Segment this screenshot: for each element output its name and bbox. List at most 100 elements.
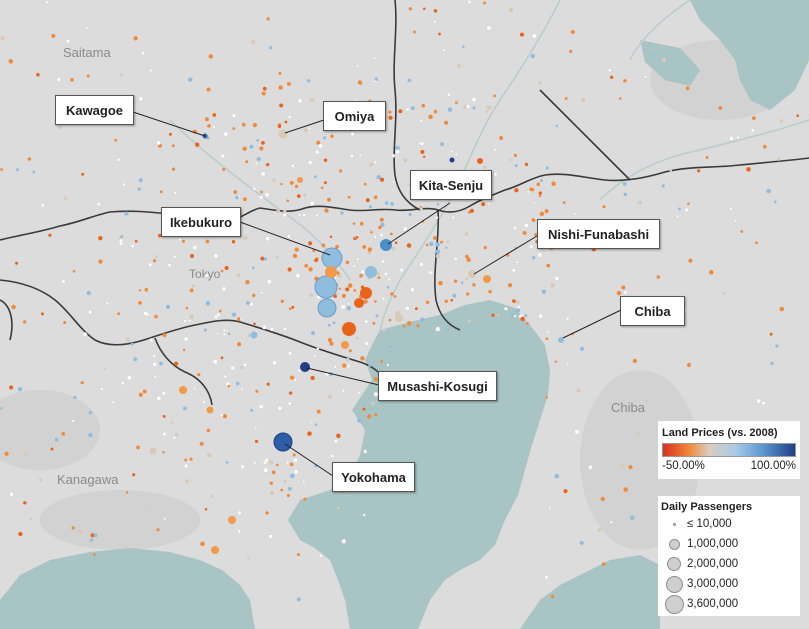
station-dot (159, 361, 163, 366)
station-dot (508, 7, 514, 13)
station-dot (447, 92, 451, 97)
station-marker-funabashi[interactable] (483, 275, 491, 283)
station-dot (61, 279, 66, 284)
station-dot (149, 338, 154, 343)
station-marker-shibuya[interactable] (317, 298, 337, 318)
station-dot (580, 346, 585, 351)
station-dot (545, 396, 548, 399)
station-marker[interactable] (211, 546, 219, 554)
station-dot (644, 398, 649, 403)
station-dot (183, 463, 189, 469)
station-dot (531, 33, 537, 39)
station-dot (9, 491, 14, 497)
station-dot (200, 541, 205, 547)
station-dot (367, 247, 373, 252)
station-dot (390, 201, 394, 206)
station-dot (705, 156, 709, 159)
station-dot (493, 94, 497, 98)
station-dot (245, 160, 249, 164)
station-marker[interactable] (179, 386, 187, 394)
station-dot (380, 360, 384, 363)
station-marker-ikebukuro[interactable] (321, 247, 343, 269)
station-dot (386, 286, 390, 289)
station-marker[interactable] (250, 331, 258, 339)
station-marker-tokyo[interactable] (360, 287, 372, 299)
station-dot (287, 486, 292, 491)
station-dot (435, 249, 441, 254)
station-dot (630, 515, 635, 520)
station-dot (266, 162, 270, 167)
station-dot (356, 64, 360, 68)
station-marker[interactable] (449, 157, 455, 163)
station-dot (162, 451, 165, 454)
station-dot (253, 322, 256, 326)
station-dot (323, 181, 327, 185)
station-dot (722, 291, 726, 296)
color-legend-min-label: -50.00% (662, 460, 705, 472)
station-marker-takadanobaba[interactable] (325, 266, 337, 278)
station-dot (373, 235, 377, 239)
station-dot (188, 77, 193, 82)
station-dot (288, 351, 293, 356)
station-dot (347, 195, 351, 199)
station-dot (290, 473, 295, 479)
size-legend-circle (668, 538, 680, 550)
station-marker[interactable] (297, 177, 303, 183)
station-dot (250, 39, 256, 45)
station-dot (393, 295, 397, 298)
station-marker-shimbashi[interactable] (354, 298, 364, 308)
station-marker[interactable] (206, 406, 214, 414)
station-dot (376, 175, 381, 180)
station-marker-ueno[interactable] (365, 266, 377, 278)
station-dot (297, 98, 303, 104)
station-marker-shinjuku[interactable] (314, 275, 338, 299)
station-dot (452, 293, 457, 298)
station-dot (207, 452, 212, 458)
station-marker[interactable] (477, 158, 483, 164)
station-marker-kita-senju[interactable] (380, 239, 392, 251)
station-dot (356, 257, 360, 261)
station-dot (50, 447, 54, 451)
station-dot (265, 511, 269, 515)
station-dot (513, 153, 518, 158)
station-dot (554, 276, 560, 281)
region-label-chiba: Chiba (611, 400, 646, 415)
station-marker-omiya[interactable] (278, 129, 288, 139)
station-dot (487, 202, 491, 206)
station-marker-musashi-kosugi[interactable] (300, 362, 310, 372)
station-dot (766, 188, 771, 194)
station-dot (252, 186, 257, 191)
station-dot (73, 395, 77, 400)
station-dot (661, 184, 665, 188)
station-marker-shinagawa[interactable] (342, 322, 356, 336)
station-marker[interactable] (395, 314, 403, 322)
station-dot (236, 273, 241, 278)
station-dot (153, 375, 157, 379)
station-dot (471, 97, 477, 102)
station-dot (545, 337, 549, 341)
station-dot (515, 300, 520, 305)
station-marker-yokohama[interactable] (273, 432, 293, 452)
station-dot (486, 25, 492, 31)
station-dot (254, 425, 258, 429)
station-dot (510, 312, 514, 317)
station-dot (152, 354, 157, 359)
station-dot (117, 312, 120, 316)
station-dot (138, 392, 143, 397)
station-dot (192, 245, 198, 251)
station-marker[interactable] (341, 341, 349, 349)
size-legend-row: 1,000,000 (661, 534, 796, 554)
station-dot (379, 217, 384, 222)
station-dot (98, 236, 103, 241)
station-dot (23, 451, 28, 456)
station-marker[interactable] (149, 447, 157, 455)
station-dot (105, 301, 110, 306)
station-dot (399, 268, 404, 273)
station-dot (265, 236, 271, 242)
station-marker[interactable] (228, 516, 236, 524)
station-dot (329, 235, 333, 238)
station-dot (436, 203, 440, 206)
station-dot (286, 81, 291, 86)
station-dot (148, 509, 151, 513)
station-dot (256, 139, 260, 142)
